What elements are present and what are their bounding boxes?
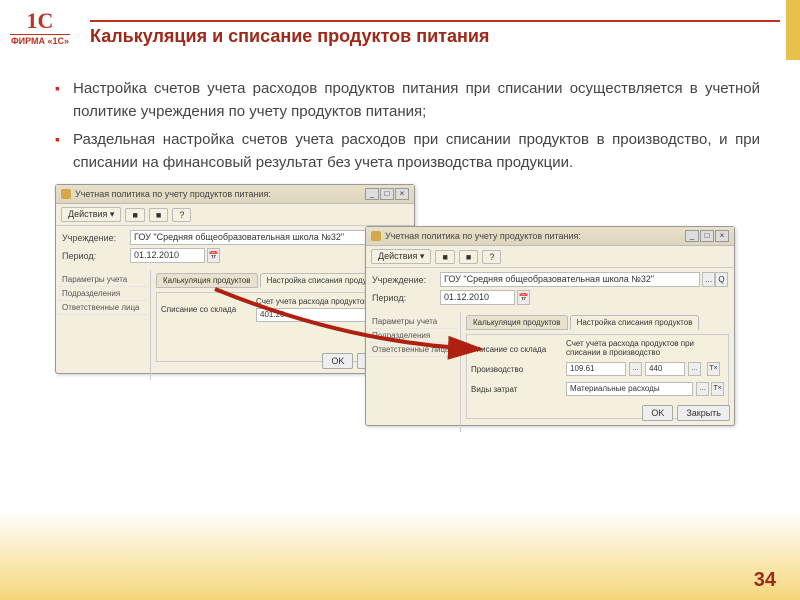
- toolbar-icon-2[interactable]: ■: [459, 250, 478, 264]
- window-icon: [371, 231, 381, 241]
- page-number: 34: [754, 569, 776, 592]
- minimize-button[interactable]: _: [685, 230, 699, 242]
- corner-strip: [786, 0, 800, 60]
- slide: 1C ФИРМА «1С» Калькуляция и списание про…: [0, 0, 800, 600]
- account2-input[interactable]: 440: [645, 362, 685, 376]
- sidebar-item-params[interactable]: Параметры учета: [59, 273, 147, 287]
- side-nav: Параметры учета Подразделения Ответствен…: [56, 270, 151, 380]
- sidebar-item-persons[interactable]: Ответственные лица: [369, 343, 457, 357]
- window-titlebar[interactable]: Учетная политика по учету продуктов пита…: [56, 185, 414, 204]
- calendar-button[interactable]: 📅: [207, 248, 220, 263]
- logo-top-text: 1C: [10, 8, 70, 34]
- actions-menu[interactable]: Действия ▾: [371, 249, 431, 264]
- select-btn-2[interactable]: …: [688, 362, 701, 376]
- actions-menu[interactable]: Действия ▾: [61, 207, 121, 222]
- window-title-text: Учетная политика по учету продуктов пита…: [75, 189, 365, 199]
- page-title: Калькуляция и списание продуктов питания: [90, 26, 780, 47]
- tab-calc[interactable]: Калькуляция продуктов: [466, 315, 568, 330]
- sidebar-item-units[interactable]: Подразделения: [369, 329, 457, 343]
- help-button[interactable]: ?: [172, 208, 191, 222]
- select-btn[interactable]: …: [629, 362, 642, 376]
- form-header: Учреждение: ГОУ "Средняя общеобразовател…: [56, 226, 414, 270]
- ok-button[interactable]: OK: [642, 405, 673, 421]
- row-costs-label: Виды затрат: [471, 385, 566, 394]
- org-label: Учреждение:: [372, 275, 440, 285]
- account-prod-label: Счет учета расхода продуктов при списани…: [566, 339, 724, 357]
- window-icon: [61, 189, 71, 199]
- help-button[interactable]: ?: [482, 250, 501, 264]
- row-writeoff-label: Списание со склада: [471, 345, 566, 354]
- screenshots-area: Учетная политика по учету продуктов пита…: [55, 184, 760, 444]
- open-button[interactable]: Q: [715, 272, 728, 287]
- account-input[interactable]: 401.20: [256, 308, 373, 322]
- content-area: Настройка счетов учета расходов продукто…: [0, 66, 800, 444]
- minimize-button[interactable]: _: [365, 188, 379, 200]
- select-btn[interactable]: …: [696, 382, 709, 396]
- tab-writeoff[interactable]: Настройка списания продуктов: [570, 315, 700, 330]
- select-button[interactable]: …: [702, 272, 715, 287]
- period-label: Период:: [372, 293, 440, 303]
- clear-btn[interactable]: T×: [711, 382, 724, 396]
- title-area: Калькуляция и списание продуктов питания: [90, 20, 780, 47]
- account1-input[interactable]: 109.61: [566, 362, 626, 376]
- org-input[interactable]: ГОУ "Средняя общеобразовательная школа №…: [130, 230, 380, 245]
- toolbar-icon-1[interactable]: ■: [435, 250, 454, 264]
- form-header: Учреждение: ГОУ "Средняя общеобразовател…: [366, 268, 734, 312]
- side-nav: Параметры учета Подразделения Ответствен…: [366, 312, 461, 432]
- tab-calc[interactable]: Калькуляция продуктов: [156, 273, 258, 288]
- sidebar-item-units[interactable]: Подразделения: [59, 287, 147, 301]
- calendar-button[interactable]: 📅: [517, 290, 530, 305]
- bullet-1: Настройка счетов учета расходов продукто…: [55, 78, 760, 123]
- toolbar: Действия ▾ ■ ■ ?: [366, 246, 734, 268]
- toolbar-icon-2[interactable]: ■: [149, 208, 168, 222]
- close-form-button[interactable]: Закрыть: [677, 405, 730, 421]
- logo-1c: 1C ФИРМА «1С»: [10, 8, 70, 58]
- maximize-button[interactable]: □: [380, 188, 394, 200]
- period-label: Период:: [62, 251, 130, 261]
- row-production-label: Производство: [471, 365, 566, 374]
- clear-btn[interactable]: T×: [707, 362, 720, 376]
- org-input[interactable]: ГОУ "Средняя общеобразовательная школа №…: [440, 272, 700, 287]
- window-titlebar[interactable]: Учетная политика по учету продуктов пита…: [366, 227, 734, 246]
- window-title-text: Учетная политика по учету продуктов пита…: [385, 231, 685, 241]
- sidebar-item-persons[interactable]: Ответственные лица: [59, 301, 147, 315]
- toolbar-icon-1[interactable]: ■: [125, 208, 144, 222]
- header: 1C ФИРМА «1С» Калькуляция и списание про…: [0, 0, 800, 66]
- cost-type-input[interactable]: Материальные расходы: [566, 382, 693, 396]
- window-policy-2: Учетная политика по учету продуктов пита…: [365, 226, 735, 426]
- period-input[interactable]: 01.12.2010: [440, 290, 515, 305]
- sidebar-item-params[interactable]: Параметры учета: [369, 315, 457, 329]
- close-button[interactable]: ×: [715, 230, 729, 242]
- logo-bottom-text: ФИРМА «1С»: [10, 34, 70, 46]
- org-label: Учреждение:: [62, 233, 130, 243]
- close-button[interactable]: ×: [395, 188, 409, 200]
- bullet-2: Раздельная настройка счетов учета расход…: [55, 129, 760, 174]
- maximize-button[interactable]: □: [700, 230, 714, 242]
- toolbar: Действия ▾ ■ ■ ?: [56, 204, 414, 226]
- window-policy-1: Учетная политика по учету продуктов пита…: [55, 184, 415, 374]
- row-writeoff-label: Списание со склада: [161, 305, 256, 314]
- period-input[interactable]: 01.12.2010: [130, 248, 205, 263]
- ok-button[interactable]: OK: [322, 353, 353, 369]
